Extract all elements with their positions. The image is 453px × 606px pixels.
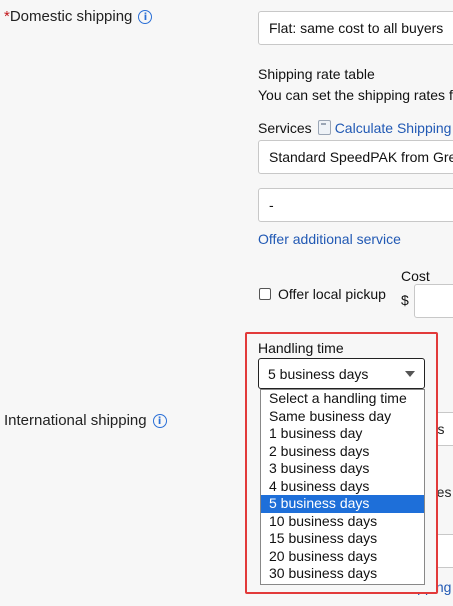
domestic-shipping-type-value: Flat: same cost to all buyers bbox=[269, 20, 444, 36]
info-icon[interactable]: i bbox=[152, 414, 167, 429]
rate-table-title: Shipping rate table bbox=[258, 66, 375, 82]
offer-local-pickup-row[interactable]: Offer local pickup bbox=[259, 286, 386, 302]
cost-input[interactable] bbox=[414, 284, 453, 318]
international-shipping-text: International shipping bbox=[4, 412, 147, 429]
domestic-shipping-type-select[interactable]: Flat: same cost to all buyers bbox=[258, 11, 453, 45]
info-icon[interactable]: i bbox=[138, 10, 153, 25]
services-label: Services bbox=[258, 120, 312, 136]
calculate-shipping-link[interactable]: Calculate Shipping bbox=[335, 120, 452, 136]
service-select-2-value: - bbox=[269, 197, 274, 213]
domestic-shipping-text: Domestic shipping bbox=[9, 8, 133, 25]
service-select-1-value: Standard SpeedPAK from Gre bbox=[269, 149, 453, 165]
currency-symbol: $ bbox=[401, 292, 409, 308]
service-select-2[interactable]: - bbox=[258, 188, 453, 222]
cost-label: Cost bbox=[401, 268, 430, 284]
offer-local-pickup-checkbox[interactable] bbox=[259, 288, 271, 300]
left-label-column bbox=[0, 0, 245, 606]
domestic-shipping-label: *Domestic shipping i bbox=[4, 8, 153, 25]
offer-local-pickup-label: Offer local pickup bbox=[278, 286, 386, 302]
services-row: Services Calculate Shipping bbox=[258, 120, 451, 136]
international-shipping-label: International shipping i bbox=[4, 412, 167, 429]
rate-table-description: You can set the shipping rates f bbox=[258, 87, 453, 103]
calculator-icon bbox=[317, 120, 331, 135]
highlight-frame bbox=[245, 332, 438, 594]
service-select-1[interactable]: Standard SpeedPAK from Gre bbox=[258, 140, 453, 174]
offer-additional-service-link[interactable]: Offer additional service bbox=[258, 231, 401, 247]
